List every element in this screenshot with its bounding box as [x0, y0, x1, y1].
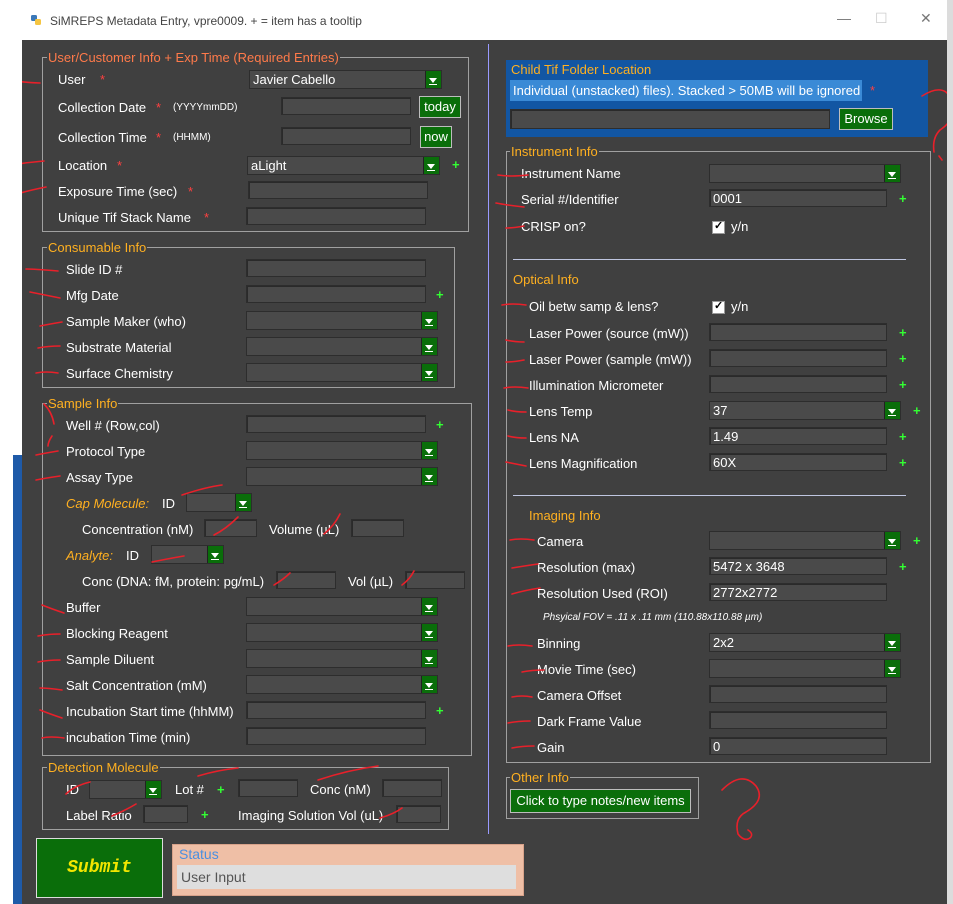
background-desktop-right — [947, 0, 953, 904]
background-window-edge — [13, 455, 22, 904]
background-desktop-left — [0, 0, 22, 904]
app-window: SiMREPS Metadata Entry, vpre0009. + = it… — [22, 0, 947, 904]
red-annotation-marks — [22, 81, 947, 841]
